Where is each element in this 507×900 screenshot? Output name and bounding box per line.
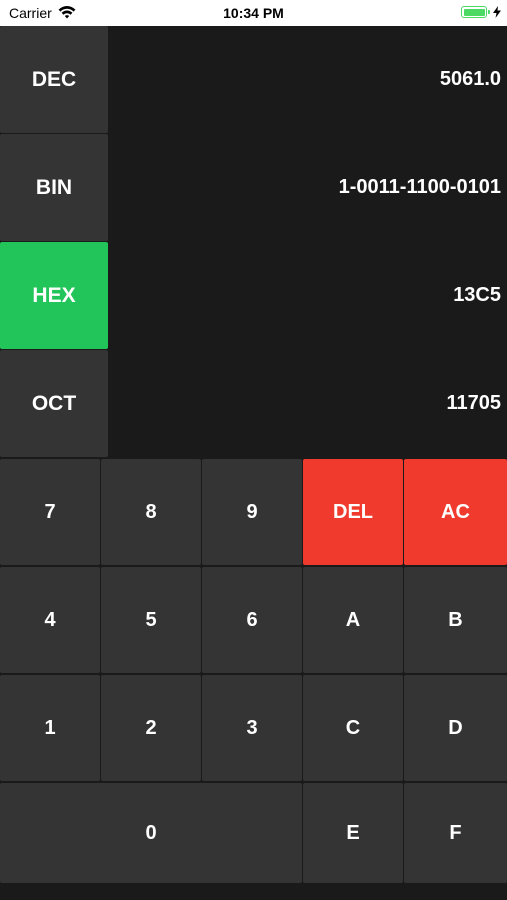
bottom-strip	[0, 884, 507, 900]
key-a[interactable]: A	[303, 567, 403, 673]
key-b[interactable]: B	[404, 567, 507, 673]
status-bar: Carrier 10:34 PM	[0, 0, 507, 26]
delete-button[interactable]: DEL	[303, 459, 403, 565]
key-5[interactable]: 5	[101, 567, 201, 673]
key-7[interactable]: 7	[0, 459, 100, 565]
base-row-oct: OCT 11705	[0, 350, 507, 457]
clock: 10:34 PM	[223, 5, 284, 21]
key-2[interactable]: 2	[101, 675, 201, 781]
oct-button[interactable]: OCT	[0, 350, 108, 457]
key-6[interactable]: 6	[202, 567, 302, 673]
hex-value: 13C5	[453, 284, 501, 306]
oct-value: 11705	[446, 392, 501, 414]
bin-value: 1-0011-1100-0101	[338, 176, 501, 198]
key-c[interactable]: C	[303, 675, 403, 781]
key-0[interactable]: 0	[0, 783, 302, 883]
base-row-hex: HEX 13C5	[0, 242, 507, 349]
key-d[interactable]: D	[404, 675, 507, 781]
key-3[interactable]: 3	[202, 675, 302, 781]
hex-button[interactable]: HEX	[0, 242, 108, 349]
key-4[interactable]: 4	[0, 567, 100, 673]
bin-button[interactable]: BIN	[0, 134, 108, 241]
key-1[interactable]: 1	[0, 675, 100, 781]
base-row-dec: DEC 5061.0	[0, 26, 507, 133]
dec-value: 5061.0	[439, 68, 501, 90]
charging-bolt-icon	[493, 6, 501, 18]
battery-group	[461, 6, 501, 18]
key-9[interactable]: 9	[202, 459, 302, 565]
key-e[interactable]: E	[303, 783, 403, 883]
base-row-bin: BIN 1-0011-1100-0101	[0, 134, 507, 241]
dec-button[interactable]: DEC	[0, 26, 108, 133]
all-clear-button[interactable]: AC	[404, 459, 507, 565]
battery-icon	[461, 6, 490, 18]
key-8[interactable]: 8	[101, 459, 201, 565]
key-f[interactable]: F	[404, 783, 507, 883]
